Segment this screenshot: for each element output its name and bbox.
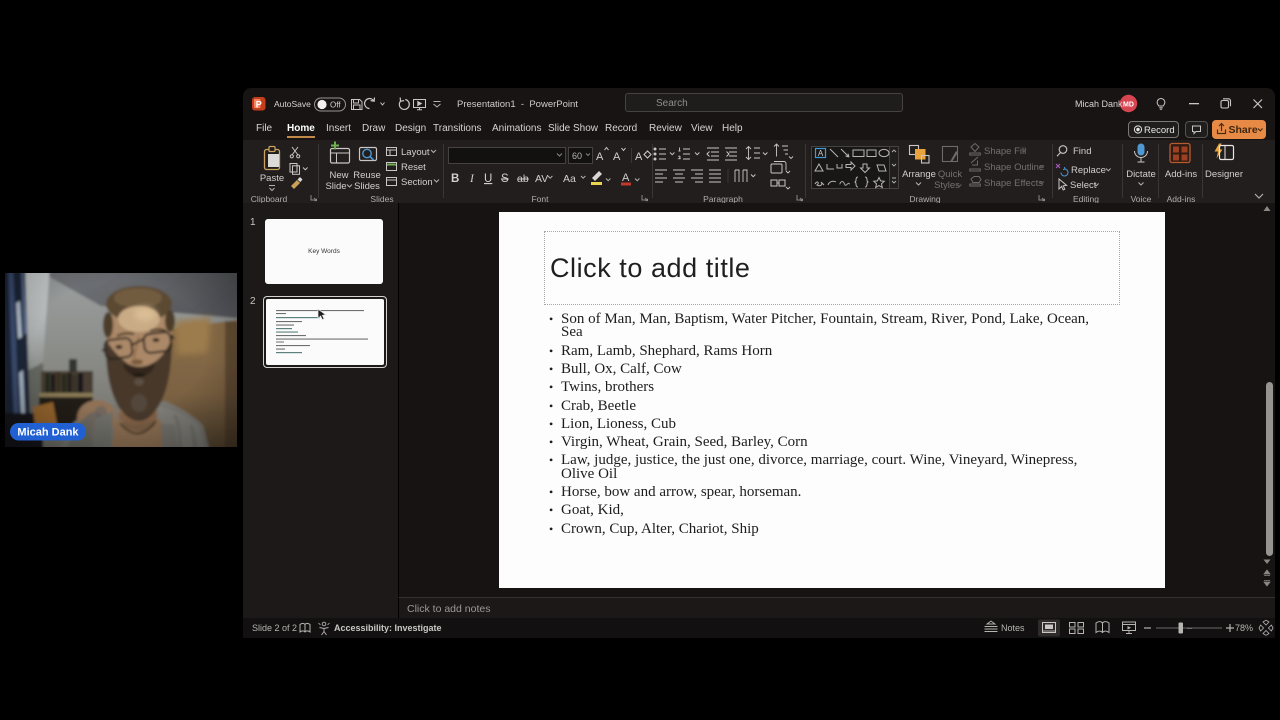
- svg-text:Slide: Slide: [325, 181, 346, 192]
- svg-text:A: A: [635, 151, 643, 163]
- svg-text:A: A: [613, 151, 621, 163]
- svg-text:P: P: [256, 100, 262, 110]
- svg-text:Paragraph: Paragraph: [703, 194, 743, 203]
- svg-text:AV: AV: [535, 173, 548, 185]
- svg-text:S: S: [501, 173, 509, 185]
- svg-text:78%: 78%: [1235, 623, 1253, 633]
- svg-text:Clipboard: Clipboard: [251, 194, 288, 203]
- svg-text:Styles: Styles: [934, 180, 960, 191]
- svg-text:Select: Select: [1070, 180, 1097, 191]
- svg-text:Arrange: Arrange: [902, 169, 936, 180]
- svg-text:Off: Off: [330, 101, 341, 110]
- svg-text:Dictate: Dictate: [1126, 169, 1156, 180]
- svg-text:60: 60: [572, 151, 582, 161]
- svg-text:Shape Effects: Shape Effects: [984, 178, 1043, 189]
- svg-text:Section: Section: [401, 177, 433, 188]
- svg-text:ab: ab: [517, 173, 529, 185]
- svg-text:Slides: Slides: [370, 194, 393, 203]
- svg-text:Accessibility: Investigate: Accessibility: Investigate: [334, 623, 442, 633]
- svg-text:Replace: Replace: [1071, 165, 1106, 176]
- svg-text:Editing: Editing: [1073, 194, 1099, 203]
- svg-text:Drawing: Drawing: [909, 194, 940, 203]
- svg-text:A: A: [622, 172, 630, 184]
- svg-text:Aa: Aa: [563, 173, 576, 185]
- svg-text:MD: MD: [1123, 101, 1134, 108]
- svg-text:New: New: [329, 170, 348, 181]
- svg-text:Slides: Slides: [354, 181, 380, 192]
- svg-text:Micah Dank: Micah Dank: [17, 427, 79, 439]
- svg-text:Record: Record: [1144, 125, 1175, 136]
- svg-text:Shape Fill: Shape Fill: [984, 146, 1026, 157]
- svg-text:Font: Font: [531, 194, 549, 203]
- svg-text:Layout: Layout: [401, 147, 430, 158]
- svg-text:Paste: Paste: [260, 173, 284, 184]
- svg-text:Add-ins: Add-ins: [1167, 194, 1196, 203]
- svg-text:B: B: [451, 173, 459, 185]
- svg-text:Reuse: Reuse: [353, 170, 380, 181]
- svg-text:Designer: Designer: [1205, 169, 1243, 180]
- svg-text:U: U: [484, 173, 492, 185]
- svg-text:A: A: [818, 149, 824, 158]
- svg-text:I: I: [469, 173, 475, 185]
- svg-text:Find: Find: [1073, 146, 1091, 157]
- svg-text:Notes: Notes: [1001, 623, 1025, 633]
- svg-text:Shape Outline: Shape Outline: [984, 162, 1044, 173]
- svg-text:Voice: Voice: [1131, 194, 1152, 203]
- svg-text:A: A: [596, 151, 604, 163]
- svg-text:Quick: Quick: [938, 169, 963, 180]
- svg-text:Slide 2 of 2: Slide 2 of 2: [252, 623, 297, 633]
- svg-text:Reset: Reset: [401, 162, 426, 173]
- svg-text:Add-ins: Add-ins: [1165, 169, 1197, 180]
- svg-text:Share: Share: [1229, 124, 1258, 136]
